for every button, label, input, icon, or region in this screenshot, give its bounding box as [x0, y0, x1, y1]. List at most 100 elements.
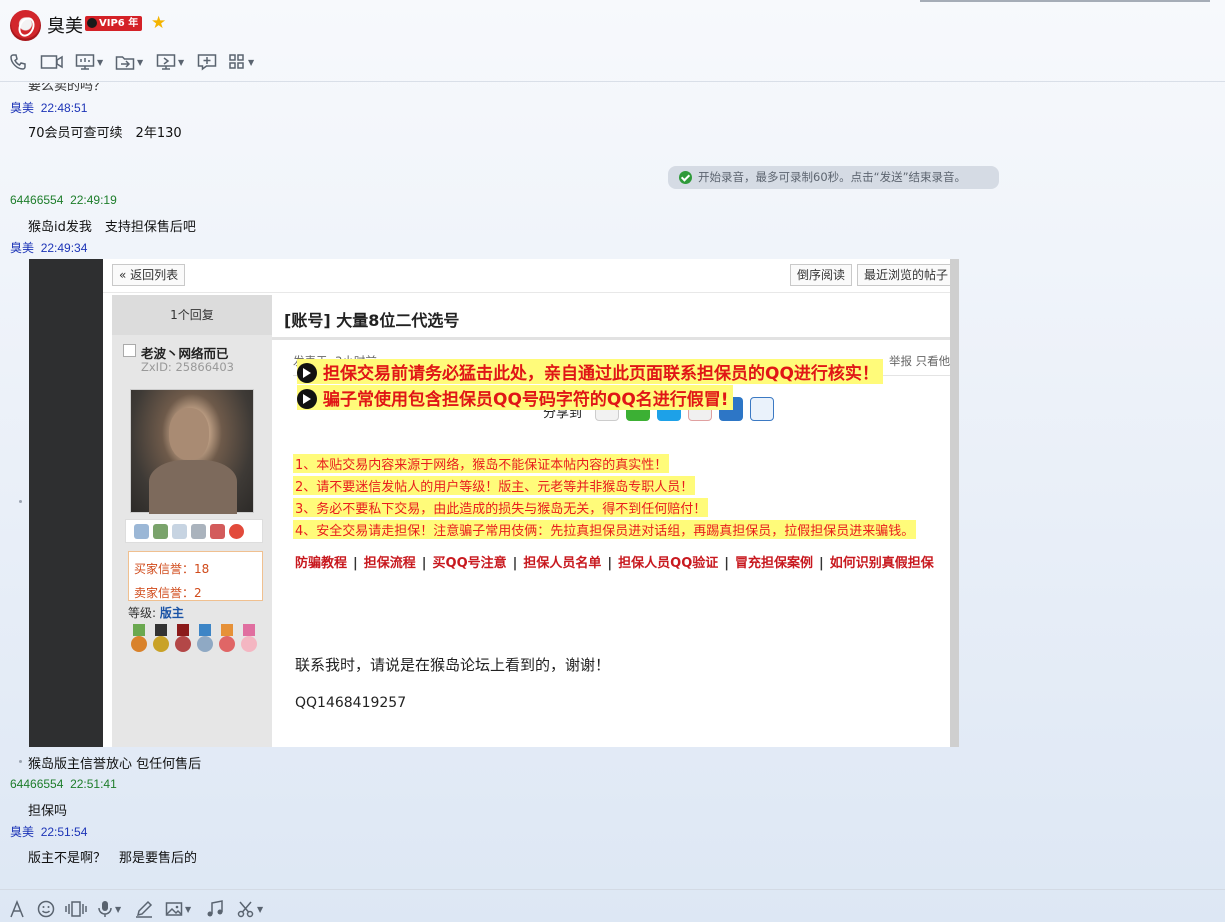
screen-share-icon[interactable]: ▼ — [75, 52, 103, 72]
report-link[interactable]: 举报 只看他 — [889, 353, 950, 369]
tieba-share-icon[interactable] — [750, 397, 774, 421]
apps-grid-icon[interactable]: ▼ — [228, 52, 254, 72]
back-to-list-button[interactable]: « 返回列表 — [112, 264, 186, 286]
message-text: 猴岛版主信誉放心 包任何售后 — [28, 757, 202, 772]
seller-credit: 卖家信誉：2 — [134, 586, 202, 600]
rank: 等级: 版主 — [128, 604, 184, 621]
link-buy-qq[interactable]: 买QQ号注意 — [433, 556, 507, 571]
chat-header: 臭美 VIP6 年 ★ ▼ ▼ ▼ ▼ — [0, 0, 1225, 82]
message-time: 22:49:19 — [70, 193, 117, 207]
warning-line: 4、安全交易请走担保！注意骗子常用伎俩：先拉真担保员进对话组，再踢真担保员，拉假… — [293, 520, 917, 539]
contact-line: 联系我时，请说是在猴岛论坛上看到的，谢谢！ — [295, 656, 611, 674]
vip-badge[interactable]: VIP6 年 — [85, 16, 143, 31]
poster-avatar[interactable] — [130, 389, 254, 514]
warning-line: 2、请不要迷信发帖人的用户等级！版主、元老等并非猴岛专职人员！ — [293, 476, 696, 495]
mail-icon[interactable] — [134, 523, 149, 539]
sender-name[interactable]: 臭美 — [10, 825, 34, 839]
link-escrow-process[interactable]: 担保流程 — [364, 556, 416, 571]
system-note: 开始录音，最多可录制60秒。点击“发送”结束录音。 — [668, 166, 999, 189]
sender-name[interactable]: 臭美 — [10, 241, 34, 255]
message-text: 要么卖的吗？ — [28, 83, 107, 94]
qq-number: QQ1468419257 — [295, 695, 407, 711]
message-sender: 64466554 22:51:41 — [10, 777, 117, 791]
reverse-read-button[interactable]: 倒序阅读 — [790, 264, 853, 286]
emoji-icon[interactable] — [37, 900, 55, 918]
arrow-right-icon — [297, 363, 317, 383]
sender-name[interactable]: 64466554 — [10, 777, 63, 791]
message-sender: 臭美 22:48:51 — [10, 99, 87, 116]
system-note-text: 开始录音，最多可录制60秒。点击“发送”结束录音。 — [698, 170, 967, 184]
phone-icon[interactable] — [9, 52, 27, 72]
search-icon[interactable] — [172, 523, 187, 539]
message-time: 22:49:34 — [40, 241, 88, 255]
scam-notice: 骗子常使用包含担保员QQ号码字符的QQ名进行假冒! — [297, 385, 733, 410]
user-checkbox[interactable] — [123, 344, 136, 357]
message-sender: 臭美 22:49:34 — [10, 239, 87, 256]
qq-icon[interactable] — [229, 523, 244, 539]
link-identify[interactable]: 如何识别真假担保 — [830, 556, 934, 571]
message-sender: 臭美 22:51:54 — [10, 823, 87, 840]
warning-line: 3、务必不要私下交易，由此造成的损失与猴岛无关，得不到任何赔付！ — [293, 498, 709, 517]
escrow-notice[interactable]: 担保交易前请务必猛击此处，亲自通过此页面联系担保员的QQ进行核实！ — [297, 359, 883, 384]
profile-icon[interactable] — [191, 523, 206, 539]
medal-icon[interactable] — [195, 624, 215, 656]
window-edge — [920, 0, 1210, 2]
add-friend-icon[interactable] — [153, 523, 168, 539]
medal-icon[interactable] — [129, 624, 149, 656]
image-icon[interactable]: ▼ — [165, 900, 191, 918]
message-area[interactable]: 要么卖的吗？ 臭美 22:48:51 70会员可查可续 2年130 开始录音，最… — [0, 83, 1225, 888]
link-fake-cases[interactable]: 冒充担保案例 — [735, 556, 813, 571]
remote-desktop-icon[interactable]: ▼ — [156, 52, 184, 72]
title-divider — [272, 337, 950, 340]
buyer-credit: 买家信誉：18 — [134, 562, 210, 576]
recent-posts-button[interactable]: 最近浏览的帖子 — [857, 264, 956, 286]
user-action-icons — [125, 519, 263, 543]
credit-box: 买家信誉：18 卖家信誉：2 — [128, 551, 263, 601]
music-icon[interactable] — [206, 900, 224, 918]
pen-icon[interactable] — [135, 900, 153, 918]
reply-count: 1个回复 — [112, 295, 272, 335]
font-icon[interactable] — [9, 900, 25, 918]
message-text: 猴岛id发我 支持担保售后吧 — [28, 220, 196, 235]
blocks-icon[interactable] — [210, 523, 225, 539]
image-scrollbar — [950, 259, 959, 747]
link-escrow-list[interactable]: 担保人员名单 — [523, 556, 601, 571]
link-escrow-verify[interactable]: 担保人员QQ验证 — [618, 556, 718, 571]
file-transfer-icon[interactable]: ▼ — [115, 52, 143, 72]
link-anti-fraud[interactable]: 防骗教程 — [295, 556, 347, 571]
sender-name[interactable]: 臭美 — [10, 101, 34, 115]
star-icon[interactable]: ★ — [151, 14, 166, 32]
chat-bubble-add-icon[interactable] — [197, 52, 217, 72]
message-text: 70会员可查可续 2年130 — [28, 126, 182, 141]
image-attachment[interactable]: « 返回列表 倒序阅读 最近浏览的帖子 1个回复 老波丶网络而已 ZxID: 2… — [29, 259, 959, 747]
medal-icon[interactable] — [151, 624, 171, 656]
avatar[interactable] — [10, 10, 41, 41]
post-title[interactable]: [账号] 大量8位二代选号 — [284, 307, 459, 331]
message-text: 担保吗 — [28, 804, 68, 819]
forum-links: 防骗教程 | 担保流程 | 买QQ号注意 | 担保人员名单 | 担保人员QQ验证 | 冒充担保案例 |… — [295, 556, 934, 571]
medal-row — [129, 624, 259, 656]
voice-icon[interactable]: ▼ — [97, 900, 121, 918]
warning-line: 1、本贴交易内容来源于网络，猴岛不能保证本帖内容的真实性！ — [293, 454, 670, 473]
contact-name[interactable]: 臭美 — [47, 12, 83, 38]
arrow-right-icon — [297, 389, 317, 409]
message-time: 22:51:54 — [40, 825, 88, 839]
message-text: 版主不是啊？ 那是要售后的 — [28, 851, 198, 866]
rank-value: 版主 — [159, 606, 184, 620]
rank-label: 等级: — [128, 606, 157, 620]
message-sender: 64466554 22:49:19 — [10, 193, 117, 207]
medal-icon[interactable] — [217, 624, 237, 656]
scam-notice-text: 骗子常使用包含担保员QQ号码字符的QQ名进行假冒! — [323, 390, 729, 410]
medal-icon[interactable] — [239, 624, 259, 656]
bullet-dot — [19, 760, 22, 763]
shake-icon[interactable] — [65, 900, 87, 918]
sender-name[interactable]: 64466554 — [10, 193, 63, 207]
bullet-dot — [19, 500, 22, 503]
video-icon[interactable] — [40, 52, 64, 72]
image-dark-strip — [29, 259, 103, 747]
poster-id: ZxID: 25866403 — [141, 360, 234, 374]
escrow-notice-text: 担保交易前请务必猛击此处，亲自通过此页面联系担保员的QQ进行核实！ — [323, 364, 879, 384]
scissors-icon[interactable]: ▼ — [237, 900, 263, 918]
medal-icon[interactable] — [173, 624, 193, 656]
message-time: 22:48:51 — [40, 101, 88, 115]
